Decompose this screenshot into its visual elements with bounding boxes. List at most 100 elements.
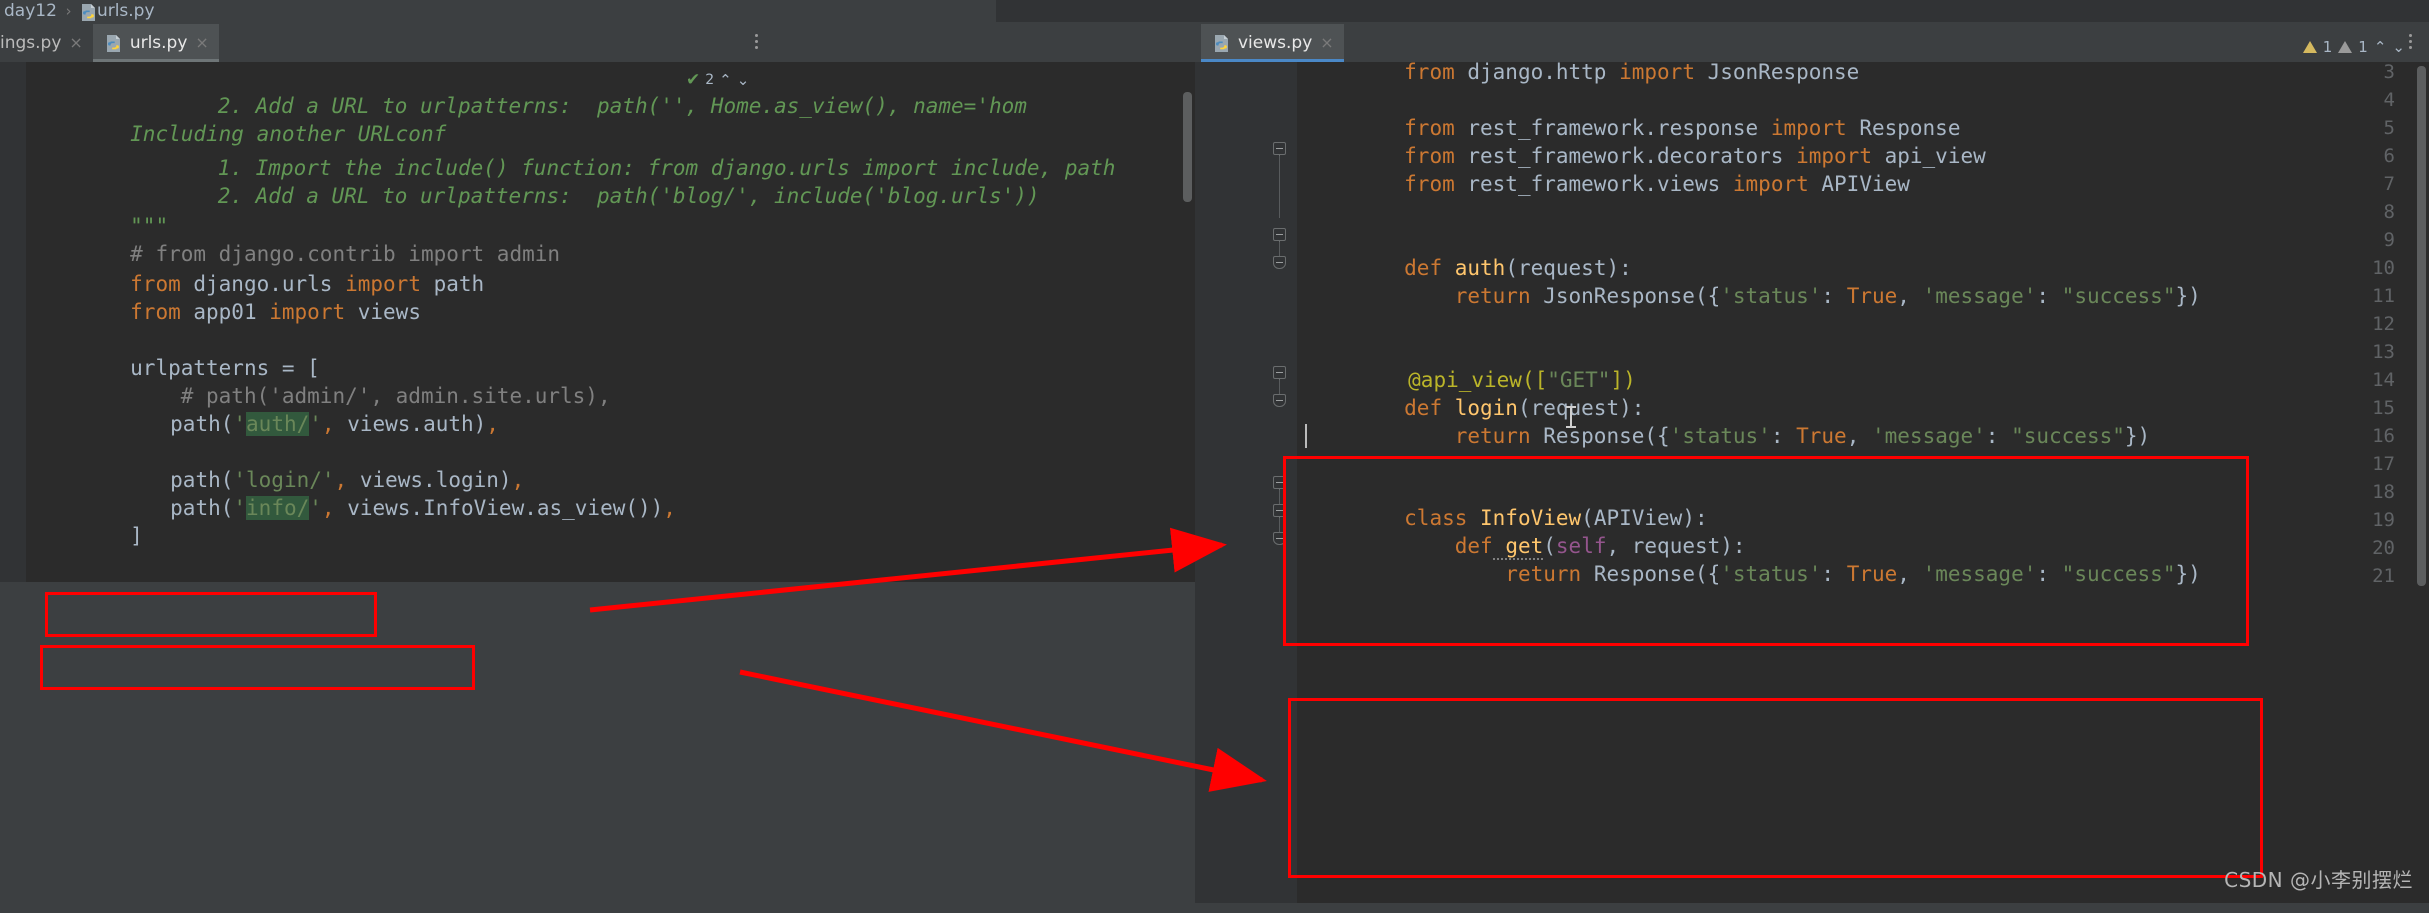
- dict-key-message: 'message': [1922, 562, 2037, 586]
- dict-value-success: "success": [2061, 562, 2176, 586]
- right-editor-views-py[interactable]: 2 3 4 5 6 7 8 9 10 11 12 13 14 15 16 17 …: [1195, 62, 2429, 913]
- ide-window: day12 › urls.py ings.py × urls.py × view…: [0, 0, 2429, 913]
- dict-key-status: 'status': [1720, 562, 1822, 586]
- tab-urls-py[interactable]: urls.py ×: [92, 24, 219, 62]
- dict-key-message: 'message': [1872, 424, 1986, 448]
- closing: }): [2175, 562, 2201, 586]
- watermark: CSDN @小李别摆烂: [2224, 868, 2413, 892]
- imported-name: views: [345, 300, 421, 324]
- python-file-icon: [105, 34, 122, 53]
- colon: :: [1985, 424, 2012, 448]
- keyword-return: return: [1404, 424, 1531, 448]
- breadcrumb-item-project[interactable]: day12: [4, 1, 57, 21]
- code-docstring-line: 2. Add a URL to urlpatterns: path('blog/…: [167, 184, 1040, 208]
- colon: :: [1770, 424, 1797, 448]
- module-path: rest_framework.views: [1454, 172, 1733, 196]
- string-auth: auth/: [246, 412, 310, 436]
- tab-views-py[interactable]: views.py ×: [1201, 24, 1344, 62]
- colon: :: [2036, 284, 2062, 308]
- keyword-import: import: [269, 300, 346, 324]
- string-quote: ': [233, 412, 247, 436]
- inspection-status-bar[interactable]: 1 1 ⌃ ⌄: [2302, 38, 2405, 56]
- tab-label: urls.py: [129, 33, 188, 53]
- literal-true: True: [1846, 284, 1898, 308]
- comma: ,: [321, 412, 335, 436]
- more-tabs-icon[interactable]: [747, 30, 765, 52]
- inspection-count: 2: [705, 72, 715, 88]
- imported-name: APIView: [1808, 172, 1910, 196]
- ref-views-infoview: views.InfoView.as_view()): [334, 496, 664, 520]
- right-editor-scrollbar[interactable]: [2417, 66, 2426, 586]
- keyword-import: import: [1619, 62, 1695, 84]
- colon: :: [1821, 562, 1847, 586]
- breadcrumb: day12 › urls.py: [0, 0, 996, 22]
- literal-true: True: [1796, 424, 1847, 448]
- fn-path: path(: [170, 412, 234, 436]
- call-response: Response({: [1581, 562, 1721, 586]
- tab-settings-py[interactable]: ings.py ×: [0, 24, 93, 62]
- weak-warning-triangle-icon: [2338, 41, 2353, 53]
- keyword-return: return: [1404, 284, 1531, 308]
- chevron-down-icon[interactable]: ⌄: [737, 71, 750, 89]
- inspection-widget[interactable]: ✔ 2 ⌃ ⌄: [686, 70, 749, 90]
- right-editor-tabbar: views.py ×: [1195, 22, 2429, 62]
- keyword-from: from: [1404, 172, 1455, 196]
- module-path: django.http: [1454, 62, 1620, 84]
- left-gutter-background: [0, 62, 26, 582]
- closing: }): [2175, 284, 2201, 308]
- python-file-icon: [1213, 34, 1230, 53]
- breadcrumb-right-filler: [996, 0, 2429, 22]
- call-response: Response({: [1530, 424, 1670, 448]
- left-editor-scrollbar[interactable]: [1183, 92, 1192, 202]
- close-icon[interactable]: ×: [195, 35, 208, 51]
- ref-views-auth: views.auth): [334, 412, 487, 436]
- chevron-down-icon[interactable]: ⌄: [2392, 38, 2405, 56]
- comma: ,: [1897, 284, 1923, 308]
- error-count: 1: [2322, 38, 2333, 56]
- colon: :: [2036, 562, 2062, 586]
- imported-name: JsonResponse: [1694, 62, 1860, 84]
- comma: ,: [1846, 424, 1872, 448]
- call-jsonresponse: JsonResponse({: [1530, 284, 1721, 308]
- left-editor-tabbar: ings.py × urls.py ×: [0, 22, 1195, 62]
- chevron-up-icon[interactable]: ⌃: [2374, 38, 2387, 56]
- left-editor-urls-py[interactable]: 2. Add a URL to urlpatterns: path('', Ho…: [26, 62, 1195, 582]
- dict-key-message: 'message': [1922, 284, 2037, 308]
- literal-true: True: [1846, 562, 1898, 586]
- close-icon[interactable]: ×: [1320, 35, 1333, 51]
- list-close-bracket: ]: [130, 524, 143, 548]
- comma: ,: [486, 412, 499, 436]
- dict-value-success: "success": [2011, 424, 2125, 448]
- mouse-ibeam-cursor: [1566, 406, 1576, 428]
- breadcrumb-item-file[interactable]: urls.py: [97, 1, 155, 21]
- string-quote: ': [233, 496, 247, 520]
- closing: }): [2124, 424, 2151, 448]
- warning-triangle-icon: [2302, 41, 2317, 53]
- right-code-area[interactable]: from django.http import JsonResponse fro…: [1297, 62, 2429, 913]
- keyword-import: import: [1732, 172, 1809, 196]
- string-quote: ': [309, 496, 322, 520]
- dict-value-success: "success": [2061, 284, 2176, 308]
- close-icon[interactable]: ×: [69, 35, 82, 51]
- chevron-up-icon[interactable]: ⌃: [719, 71, 732, 89]
- colon: :: [1821, 284, 1847, 308]
- python-file-icon: [80, 3, 97, 22]
- left-code-area[interactable]: 2. Add a URL to urlpatterns: path('', Ho…: [26, 62, 1195, 582]
- left-pane-empty-area: [0, 582, 1195, 913]
- module-path: app01: [180, 300, 270, 324]
- dict-key-status: 'status': [1669, 424, 1771, 448]
- warning-count: 1: [2358, 38, 2368, 56]
- breadcrumb-separator-icon: ›: [63, 2, 73, 20]
- tab-label: views.py: [1238, 33, 1313, 53]
- keyword-return: return: [1404, 562, 1582, 586]
- comma: ,: [321, 496, 335, 520]
- tab-label: ings.py: [0, 33, 62, 53]
- string-info: info/: [246, 496, 310, 520]
- keyword-from: from: [1404, 62, 1455, 84]
- comma: ,: [663, 496, 676, 520]
- comma: ,: [1897, 562, 1923, 586]
- text-caret: [1305, 424, 1307, 448]
- inspection-check-icon: ✔: [686, 70, 701, 90]
- imported-name: path: [420, 272, 485, 296]
- bottom-strip: [0, 903, 2429, 913]
